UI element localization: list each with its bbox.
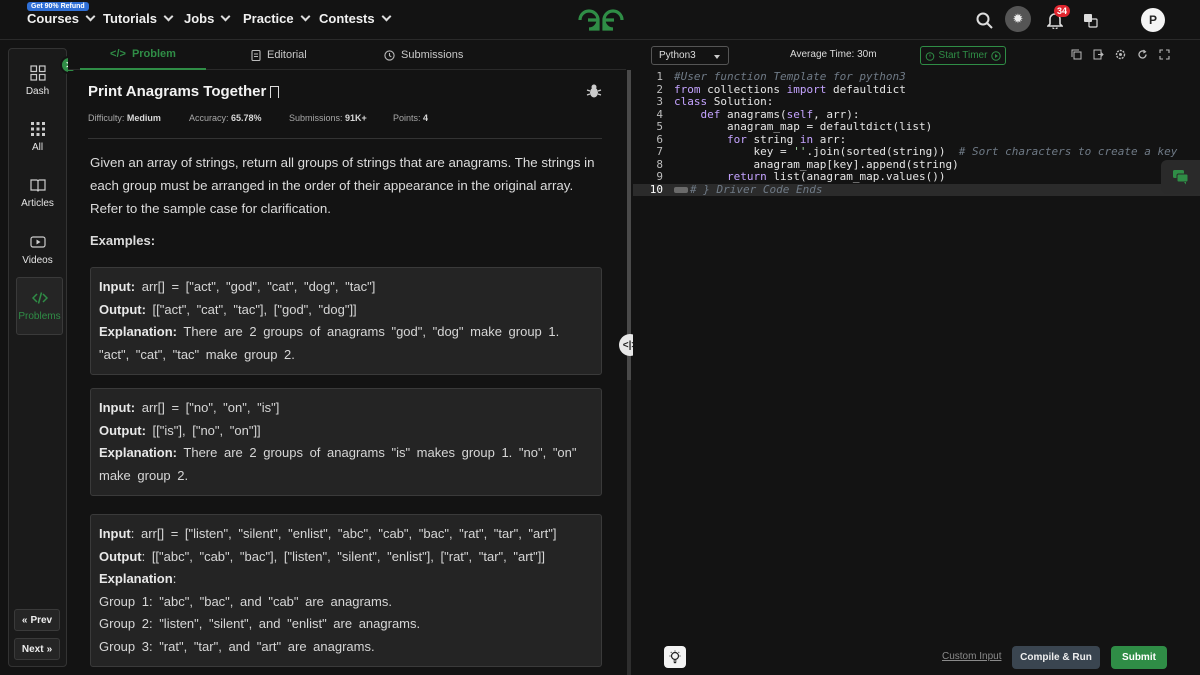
chevron-down-icon — [85, 11, 96, 22]
chevron-down-icon — [300, 11, 311, 22]
bookmark-icon[interactable] — [270, 85, 280, 98]
code-editor[interactable]: 1 #User function Template for python3 2 fr… — [633, 70, 1200, 640]
chevron-down-icon — [220, 11, 231, 22]
tab-editorial[interactable]: Editorial — [251, 40, 307, 70]
example-input: Input: arr[] = ["no", "on", "is"] — [99, 400, 280, 415]
translate-icon[interactable] — [1078, 8, 1102, 32]
sidebar-item-videos[interactable]: Videos — [9, 224, 66, 276]
grid-icon — [30, 122, 45, 136]
language-select[interactable]: Python3 — [651, 46, 729, 65]
tab-submissions[interactable]: Submissions — [384, 40, 463, 70]
fullscreen-icon[interactable] — [1158, 48, 1170, 60]
code-icon: </> — [110, 48, 126, 60]
nav-tutorials[interactable]: Tutorials — [103, 11, 174, 26]
caret-down-icon — [714, 55, 720, 59]
gfg-logo[interactable] — [576, 6, 626, 34]
book-icon — [29, 179, 46, 192]
lightbulb-icon[interactable] — [664, 646, 686, 668]
code-icon — [31, 292, 48, 304]
example-input: Input: arr[] = ["listen", "silent", "enl… — [99, 526, 557, 541]
example-output: Output: [["act", "cat", "tac"], ["god", … — [99, 301, 357, 317]
divider — [88, 138, 602, 139]
problem-tabs: </> Problem Editorial Submissions — [68, 40, 626, 70]
examples-heading: Examples: — [90, 233, 156, 248]
editor-toolbar: Python3 Average Time: 30m Start Timer — [633, 40, 1200, 70]
example-output: Output: [["is"], ["no", "on"]] — [99, 422, 261, 438]
start-timer-button[interactable]: Start Timer — [920, 46, 1006, 65]
nav-jobs[interactable]: Jobs — [184, 11, 231, 26]
refund-badge[interactable]: Get 90% Refund — [27, 2, 89, 11]
example-explanation: Explanation: — [99, 571, 177, 586]
top-navbar: Get 90% Refund Courses Tutorials Jobs Pr… — [0, 0, 1200, 40]
notification-count-badge: 34 — [1054, 5, 1071, 17]
chat-icon — [1172, 170, 1188, 185]
example-group-line: Group 3: "rat", "tar", and "art" are ana… — [99, 638, 375, 654]
points-meta: Points: 4 — [393, 113, 429, 123]
nav-practice[interactable]: Practice — [243, 11, 311, 26]
search-icon[interactable] — [972, 8, 996, 32]
avatar[interactable]: P — [1141, 8, 1165, 32]
example-box-3: Input: arr[] = ["listen", "silent", "enl… — [90, 514, 602, 667]
example-group-line: Group 2: "listen", "silent", and "enlist… — [99, 616, 421, 631]
code-line-active: 10 # } Driver Code Ends — [633, 183, 1200, 196]
tab-problem[interactable]: </> Problem — [80, 40, 206, 70]
example-output: Output: [["abc", "cab", "bac"], ["listen… — [99, 548, 546, 564]
example-explanation: Explanation: There are 2 groups of anagr… — [99, 324, 560, 362]
chat-button[interactable] — [1161, 160, 1200, 194]
next-button[interactable]: Next » — [14, 638, 60, 660]
example-group-line: Group 1: "abc", "bac", and "cab" are ana… — [99, 593, 392, 609]
video-icon — [29, 236, 46, 248]
sidebar-item-problems[interactable]: Problems — [16, 277, 63, 335]
problem-panel: Print Anagrams Together Difficulty: Medi… — [68, 71, 626, 675]
compile-run-button[interactable]: Compile & Run — [1012, 646, 1100, 669]
reset-icon[interactable] — [1136, 48, 1148, 60]
chevron-down-icon — [381, 11, 392, 22]
problem-title: Print Anagrams Together — [88, 83, 280, 100]
document-icon — [251, 49, 261, 61]
left-sidebar: Dash All Articles Videos Problems « Prev… — [8, 48, 67, 667]
example-explanation: Explanation: There are 2 groups of anagr… — [99, 445, 577, 483]
custom-input-link[interactable]: Custom Input — [942, 651, 1001, 662]
average-time: Average Time: 30m — [790, 49, 877, 60]
import-icon[interactable] — [1092, 48, 1104, 60]
clock-icon — [384, 49, 395, 61]
prev-button[interactable]: « Prev — [14, 609, 60, 631]
sidebar-item-articles[interactable]: Articles — [9, 167, 66, 219]
timer-icon — [925, 51, 934, 61]
difficulty-meta: Difficulty: Medium — [88, 113, 161, 123]
accuracy-meta: Accuracy: 65.78% — [189, 113, 262, 123]
fold-marker-icon[interactable] — [674, 186, 688, 193]
sidebar-item-dash[interactable]: Dash — [9, 55, 66, 107]
chevron-down-icon — [163, 11, 174, 22]
example-box-2: Input: arr[] = ["no", "on", "is"] Output… — [90, 388, 602, 496]
code-line: 7 key = ''.join(sorted(string)) # Sort c… — [656, 145, 1178, 158]
nav-contests[interactable]: Contests — [319, 11, 392, 26]
nav-courses[interactable]: Courses — [27, 11, 96, 26]
dashboard-icon — [29, 65, 46, 81]
problem-description: Given an array of strings, return all gr… — [90, 155, 595, 216]
example-box-1: Input: arr[] = ["act", "god", "cat", "do… — [90, 267, 602, 375]
play-icon — [991, 50, 1002, 61]
copy-icon[interactable] — [1070, 48, 1082, 60]
settings-icon[interactable] — [1114, 48, 1126, 60]
editor-footer: Custom Input Compile & Run Submit — [633, 640, 1200, 675]
sidebar-item-all[interactable]: All — [9, 111, 66, 163]
bug-report-icon[interactable] — [586, 83, 602, 99]
submit-button[interactable]: Submit — [1111, 646, 1167, 669]
example-input: Input: arr[] = ["act", "god", "cat", "do… — [99, 279, 376, 294]
theme-toggle-icon[interactable]: ✹ — [1005, 6, 1031, 32]
submissions-meta: Submissions: 91K+ — [289, 113, 367, 123]
